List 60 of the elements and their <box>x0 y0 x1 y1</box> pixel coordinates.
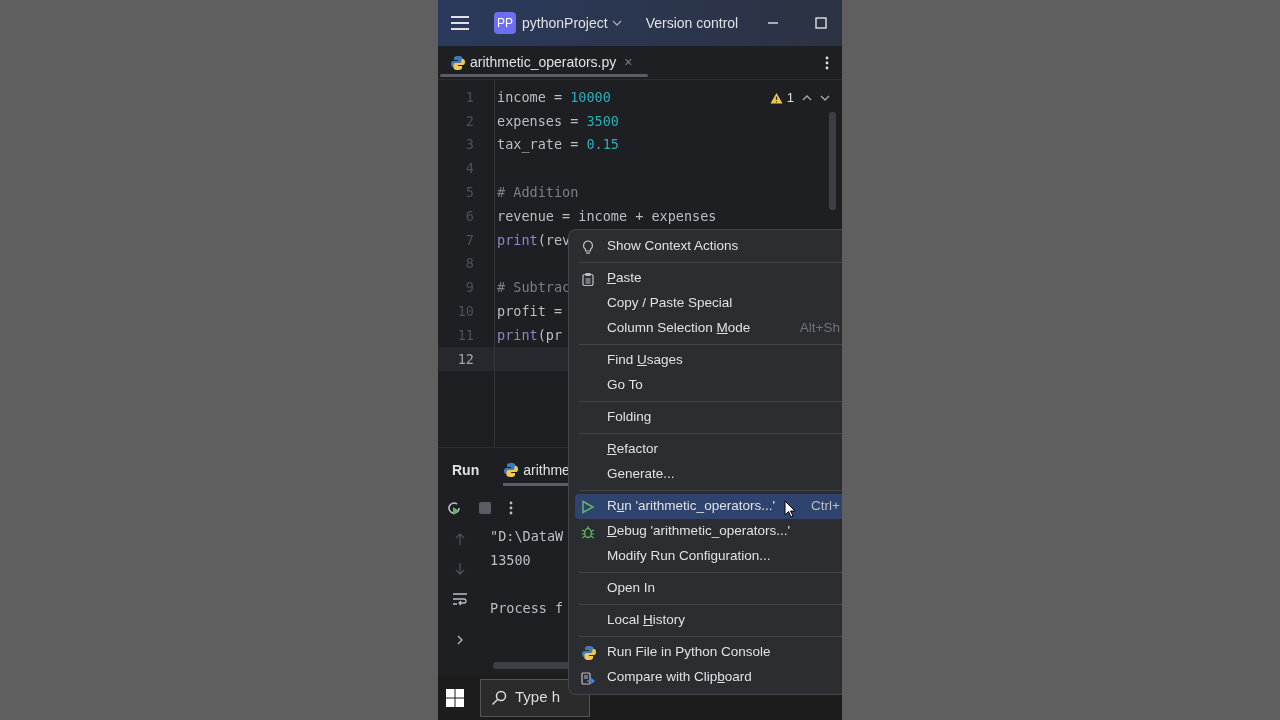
editor-tab[interactable]: arithmetic_operators.py <box>450 52 617 73</box>
chevron-icon <box>611 19 622 27</box>
menu-item[interactable]: Go To <box>575 373 842 398</box>
close-icon[interactable]: × <box>624 52 633 73</box>
run-icon <box>581 499 595 514</box>
code-line: # Subtrac <box>496 278 571 298</box>
windows-icon[interactable] <box>446 688 464 707</box>
stop-icon[interactable] <box>478 501 492 515</box>
soft-wrap-icon[interactable] <box>452 592 468 606</box>
menu-item[interactable]: Debug 'arithmetic_operators...' <box>575 519 842 544</box>
menu-item[interactable]: Folding <box>575 405 842 430</box>
menu-item[interactable]: Run File in Python Console <box>575 640 842 665</box>
code-line: expenses = 3500 <box>496 111 619 131</box>
menu-item[interactable]: Generate... <box>575 462 842 487</box>
menu-item[interactable]: Run 'arithmetic_operators...' Ctrl+ <box>575 494 842 519</box>
console-output-line: "D:\DataW <box>490 527 564 546</box>
menu-item[interactable]: Paste <box>575 266 842 291</box>
more-icon[interactable] <box>824 54 830 71</box>
menu-item[interactable]: Refactor <box>575 437 842 462</box>
menu-item[interactable]: Local History <box>575 608 842 633</box>
warning-icon <box>769 91 783 104</box>
python-icon <box>581 644 597 661</box>
search-field[interactable]: Type h <box>480 678 590 717</box>
code-line: profit = <box>496 301 563 321</box>
python-icon <box>450 54 466 71</box>
run-tab[interactable]: Run <box>452 459 480 481</box>
menu-item[interactable]: Show Context Actions <box>575 234 842 259</box>
scrollbar[interactable] <box>829 112 836 210</box>
menu-item[interactable]: Copy / Paste Special <box>575 291 842 316</box>
code-line: income = 10000 <box>496 87 611 107</box>
menu-item[interactable]: Modify Run Configuration... <box>575 544 842 569</box>
clipboard-icon <box>581 271 595 286</box>
search-icon <box>491 689 507 706</box>
code-line: print(pr <box>496 325 563 345</box>
menu-item[interactable]: Open In <box>575 576 842 601</box>
chevron-up-icon[interactable] <box>802 93 812 102</box>
maximize-icon[interactable] <box>814 16 829 30</box>
code-line: revenue = income + expenses <box>496 206 717 226</box>
code-line: tax_rate = 0.15 <box>496 135 619 155</box>
code-line: print(rev <box>496 230 571 250</box>
rerun-icon[interactable] <box>446 500 462 516</box>
menu-item[interactable]: Find Usages <box>575 348 842 373</box>
mouse-cursor-icon <box>784 500 796 518</box>
console-output-line: 13500 <box>490 551 532 570</box>
code-line: # Addition <box>496 182 579 202</box>
version-control-menu[interactable]: Version control <box>645 12 739 34</box>
compare-icon <box>581 670 595 685</box>
warning-indicator[interactable]: 1 <box>769 88 794 108</box>
lightbulb-icon <box>581 239 595 254</box>
chevron-down-icon[interactable] <box>820 93 830 102</box>
project-badge: PP <box>494 12 516 34</box>
line-number: 12 <box>438 346 495 371</box>
project-dropdown[interactable]: pythonProject <box>522 12 622 34</box>
menu-icon[interactable] <box>450 15 470 31</box>
console-output-line: Process f <box>490 599 564 618</box>
python-icon <box>503 462 520 478</box>
more-icon[interactable] <box>508 500 514 516</box>
menu-item[interactable]: Column Selection Mode Alt+Sh <box>575 316 842 341</box>
bug-icon <box>581 524 595 539</box>
chevron-right-icon[interactable] <box>456 634 464 646</box>
